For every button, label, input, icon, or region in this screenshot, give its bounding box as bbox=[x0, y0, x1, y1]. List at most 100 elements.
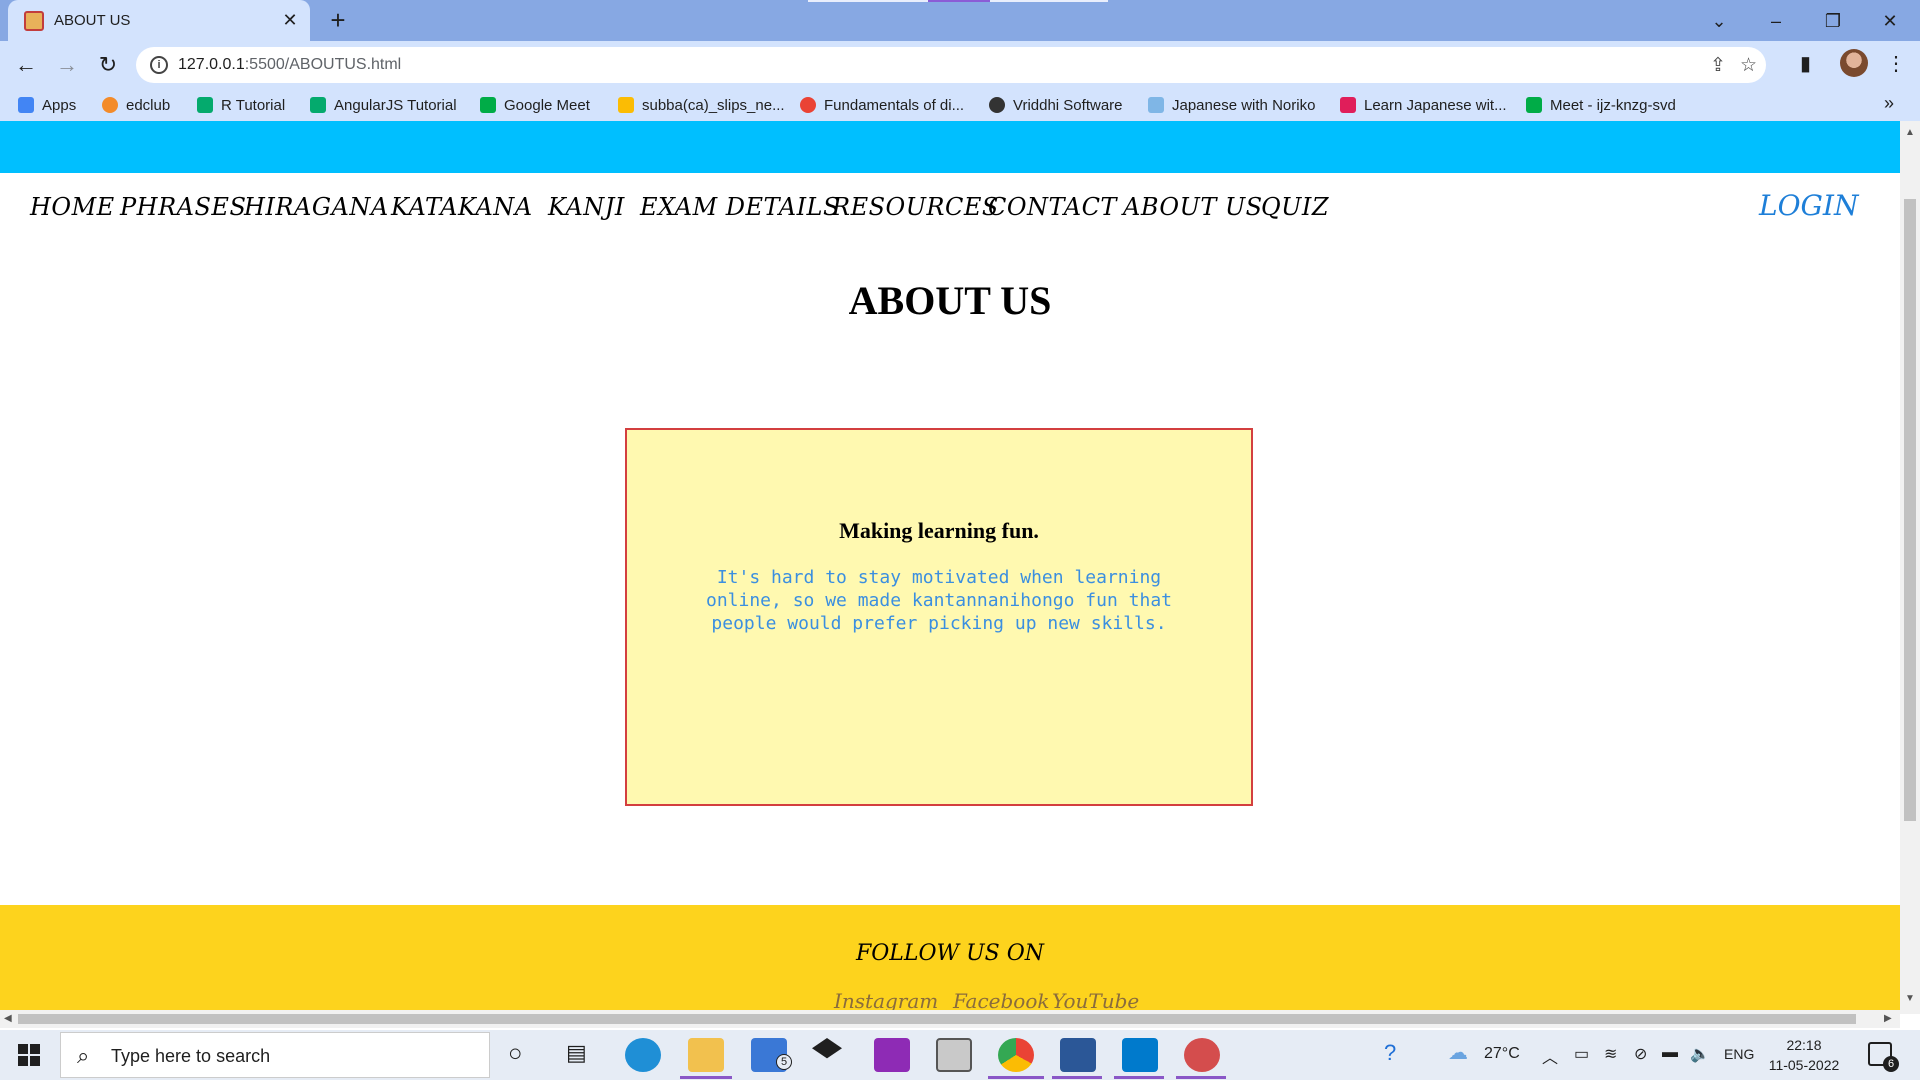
bookmark-fundamentals[interactable]: Fundamentals of di... bbox=[800, 95, 964, 115]
bookmark-edclub[interactable]: edclub bbox=[102, 95, 170, 115]
bookmark-label: R Tutorial bbox=[221, 96, 286, 114]
bookmark-label: AngularJS Tutorial bbox=[334, 96, 457, 114]
scroll-left-icon[interactable]: ◀ bbox=[4, 1013, 12, 1024]
bookmark-label: Fundamentals of di... bbox=[824, 96, 965, 114]
nav-home[interactable]: HOME bbox=[30, 193, 115, 221]
temperature[interactable]: 27°C bbox=[1484, 1045, 1520, 1063]
clock-date: 11-05-2022 bbox=[1768, 1057, 1840, 1073]
bookmark-star-icon[interactable]: ☆ bbox=[1740, 54, 1757, 77]
nav-katakana[interactable]: KATAKANA bbox=[391, 193, 533, 221]
header-banner bbox=[0, 121, 1900, 173]
globe-icon bbox=[989, 97, 1005, 113]
reload-icon[interactable]: ↻ bbox=[92, 49, 124, 81]
bookmark-label: Google Meet bbox=[504, 96, 590, 114]
bookmark-apps[interactable]: Apps bbox=[18, 95, 76, 115]
cortana-icon[interactable]: ○ bbox=[508, 1040, 523, 1068]
explorer-active-indicator bbox=[680, 1076, 732, 1079]
windows-start-icon[interactable] bbox=[18, 1044, 40, 1066]
side-panel-icon[interactable]: ▮ bbox=[1800, 51, 1811, 76]
vertical-scroll-thumb[interactable] bbox=[1904, 199, 1916, 821]
back-arrow-icon[interactable]: ← bbox=[10, 49, 42, 81]
bookmark-r-tutorial[interactable]: R Tutorial bbox=[197, 95, 285, 115]
battery-icon[interactable]: ▬ bbox=[1662, 1044, 1678, 1062]
task-view-icon[interactable]: ▤ bbox=[566, 1040, 587, 1066]
app-purple-icon[interactable] bbox=[874, 1038, 910, 1072]
minimize-icon[interactable]: – bbox=[1761, 6, 1791, 36]
dropbox-icon[interactable] bbox=[812, 1038, 842, 1059]
volume-icon[interactable]: 🔈 bbox=[1690, 1044, 1710, 1064]
footer: FOLLOW US ON Instagram Facebook YouTube bbox=[0, 905, 1900, 1014]
site-info-icon[interactable]: i bbox=[150, 56, 168, 74]
nav-about-us[interactable]: ABOUT US bbox=[1123, 193, 1263, 221]
menu-kebab-icon[interactable]: ⋮ bbox=[1886, 51, 1906, 76]
profile-avatar[interactable] bbox=[1840, 49, 1868, 77]
card-heading: Making learning fun. bbox=[839, 518, 1039, 543]
nav-kanji[interactable]: KANJI bbox=[548, 193, 625, 221]
browser-tab-bar: ABOUT US ✕ + ⌄ – ❐ ✕ bbox=[0, 0, 1920, 41]
clock[interactable]: 22:18 11-05-2022 bbox=[1768, 1035, 1840, 1075]
paint-icon[interactable] bbox=[1184, 1038, 1220, 1072]
tab-close-icon[interactable]: ✕ bbox=[278, 8, 302, 32]
bookmark-label: Vriddhi Software bbox=[1013, 96, 1123, 114]
page-viewport: HOME PHRASES HIRAGANA KATAKANA KANJI EXA… bbox=[0, 121, 1900, 1014]
bookmark-drive-slips[interactable]: subba(ca)_slips_ne... bbox=[618, 95, 785, 115]
apps-grid-icon bbox=[18, 97, 34, 113]
edge-icon[interactable] bbox=[625, 1038, 661, 1072]
tab-strip-accent-active bbox=[928, 0, 990, 2]
bookmark-japanese-noriko[interactable]: Japanese with Noriko bbox=[1148, 95, 1315, 115]
share-icon[interactable]: ⇪ bbox=[1710, 54, 1726, 77]
page-title: ABOUT US bbox=[848, 278, 1052, 323]
browser-tab-active[interactable]: ABOUT US ✕ bbox=[8, 0, 310, 41]
horizontal-scrollbar[interactable]: ◀ ▶ bbox=[0, 1010, 1900, 1028]
meet-icon bbox=[480, 97, 496, 113]
word-icon[interactable] bbox=[1060, 1038, 1096, 1072]
network-icon[interactable]: ⊘ bbox=[1634, 1044, 1647, 1064]
drive-icon bbox=[618, 97, 634, 113]
tab-title: ABOUT US bbox=[54, 12, 131, 29]
scroll-down-icon[interactable]: ▼ bbox=[1905, 993, 1915, 1004]
bookmark-learn-japanese[interactable]: Learn Japanese wit... bbox=[1340, 95, 1507, 115]
taskbar-search-placeholder: Type here to search bbox=[111, 1046, 271, 1066]
nav-quiz[interactable]: QUIZ bbox=[1261, 193, 1329, 221]
bookmark-google-meet[interactable]: Google Meet bbox=[480, 95, 590, 115]
file-explorer-icon[interactable] bbox=[688, 1038, 724, 1072]
windows-taskbar: ⌕ Type here to search ○ ▤ 5 ? ☁ 27°C ︿ ▭… bbox=[0, 1030, 1920, 1080]
help-icon[interactable]: ? bbox=[1384, 1040, 1396, 1066]
scroll-right-icon[interactable]: ▶ bbox=[1884, 1013, 1892, 1024]
nav-exam-details[interactable]: EXAM DETAILS bbox=[640, 193, 840, 221]
url-path: :5500/ABOUTUS.html bbox=[244, 56, 402, 73]
search-icon: ⌕ bbox=[77, 1043, 90, 1068]
bookmark-angularjs-tutorial[interactable]: AngularJS Tutorial bbox=[310, 95, 457, 115]
nav-resources[interactable]: RESOURCES bbox=[832, 193, 999, 221]
tab-search-chevron-icon[interactable]: ⌄ bbox=[1704, 6, 1734, 36]
horizontal-scroll-thumb[interactable] bbox=[18, 1014, 1856, 1024]
forward-arrow-icon[interactable]: → bbox=[51, 49, 83, 81]
language-indicator[interactable]: ENG bbox=[1724, 1046, 1754, 1062]
wikipedia-icon[interactable] bbox=[936, 1038, 972, 1072]
scroll-up-icon[interactable]: ▲ bbox=[1905, 127, 1915, 138]
address-bar[interactable]: i 127.0.0.1:5500/ABOUTUS.html ⇪ ☆ bbox=[136, 47, 1766, 83]
mail-badge: 5 bbox=[776, 1054, 792, 1070]
bookmark-meet-code[interactable]: Meet - ijz-knzg-svd bbox=[1526, 95, 1676, 115]
nav-phrases[interactable]: PHRASES bbox=[120, 193, 246, 221]
w3-icon bbox=[310, 97, 326, 113]
bookmarks-bar: Apps edclub R Tutorial AngularJS Tutoria… bbox=[0, 89, 1920, 121]
tray-chevron-icon[interactable]: ︿ bbox=[1542, 1044, 1558, 1068]
bookmark-vriddhi[interactable]: Vriddhi Software bbox=[989, 95, 1123, 115]
bookmarks-overflow-icon[interactable]: » bbox=[1884, 93, 1894, 114]
taskbar-search[interactable]: ⌕ Type here to search bbox=[60, 1032, 490, 1078]
nav-contact[interactable]: CONTACT bbox=[988, 193, 1117, 221]
chrome-icon[interactable] bbox=[998, 1038, 1034, 1072]
clock-time: 22:18 bbox=[1786, 1037, 1822, 1053]
nav-hiragana[interactable]: HIRAGANA bbox=[244, 193, 389, 221]
wifi-icon[interactable]: ≋ bbox=[1604, 1044, 1617, 1064]
notifications-badge: 6 bbox=[1883, 1056, 1899, 1072]
new-tab-icon[interactable]: + bbox=[324, 6, 352, 34]
restore-icon[interactable]: ❐ bbox=[1818, 6, 1848, 36]
vscode-icon[interactable] bbox=[1122, 1038, 1158, 1072]
vertical-scrollbar[interactable]: ▲ ▼ bbox=[1900, 121, 1920, 1014]
meet-tray-icon[interactable]: ▭ bbox=[1574, 1044, 1589, 1064]
window-close-icon[interactable]: ✕ bbox=[1875, 6, 1905, 36]
weather-cloud-icon: ☁ bbox=[1448, 1042, 1468, 1064]
login-link[interactable]: LOGIN bbox=[1759, 189, 1858, 222]
